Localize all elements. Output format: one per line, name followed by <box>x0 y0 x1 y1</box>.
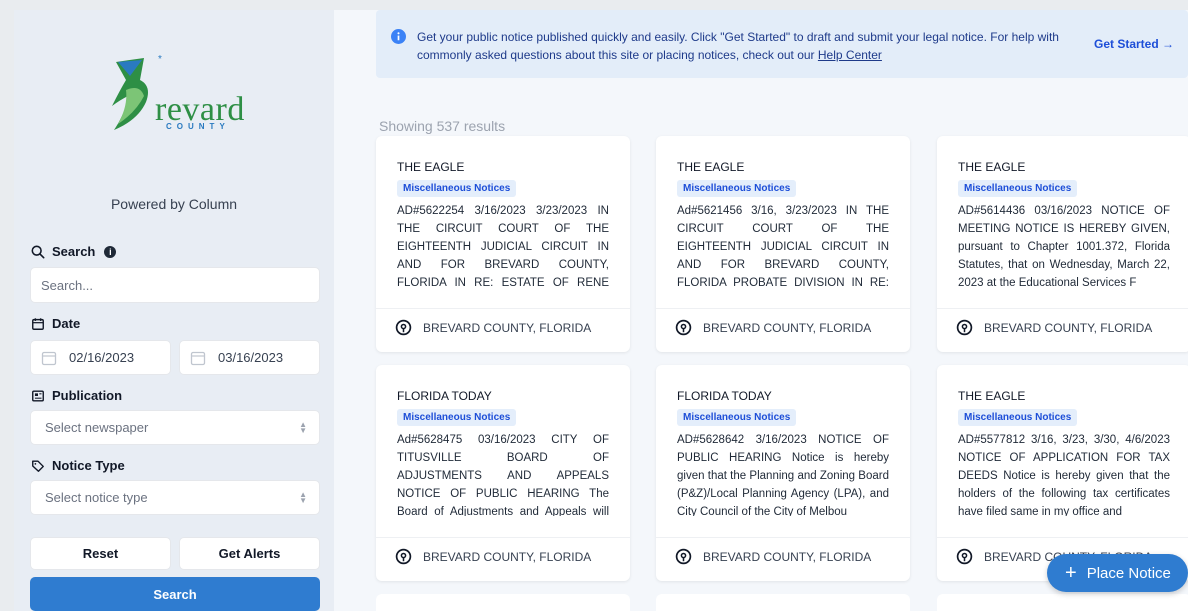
category-badge: Miscellaneous Notices <box>677 180 797 197</box>
category-badge: Miscellaneous Notices <box>958 409 1078 426</box>
card-location-text: BREVARD COUNTY, FLORIDA <box>984 320 1153 335</box>
notice-card-partial[interactable] <box>376 594 630 611</box>
publication-label: Publication <box>31 388 122 403</box>
location-pin-icon <box>675 319 692 336</box>
location-pin-icon <box>956 548 973 565</box>
calendar-icon <box>41 351 57 365</box>
app-frame: * revard COUNTY Powered by Column Search… <box>14 10 1188 611</box>
category-badge: Miscellaneous Notices <box>397 180 517 197</box>
card-excerpt: Ad#5628475 03/16/2023 CITY OF TITUSVILLE… <box>397 434 609 516</box>
select-arrows-icon: ▲ ▼ <box>299 419 307 435</box>
plus-icon: + <box>1065 561 1077 584</box>
card-location-text: BREVARD COUNTY, FLORIDA <box>703 549 872 564</box>
card-divider <box>937 308 1188 309</box>
publication-select-value: Select newspaper <box>45 420 149 435</box>
info-circle-icon <box>391 29 406 44</box>
date-to-field[interactable]: 03/16/2023 <box>179 340 320 375</box>
date-to-value: 03/16/2023 <box>218 350 284 365</box>
notice-card[interactable]: FLORIDA TODAY Miscellaneous Notices Ad#5… <box>376 365 630 581</box>
place-notice-label: Place Notice <box>1086 564 1171 582</box>
location-pin-icon <box>956 319 973 336</box>
calendar-icon <box>190 351 206 365</box>
category-badge: Miscellaneous Notices <box>397 409 517 426</box>
card-excerpt: AD#5577812 3/16, 3/23, 3/30, 4/6/2023 NO… <box>958 434 1170 516</box>
date-from-field[interactable]: 02/16/2023 <box>30 340 171 375</box>
reset-button[interactable]: Reset <box>30 537 171 570</box>
notice-card[interactable]: THE EAGLE Miscellaneous Notices AD#56144… <box>937 136 1188 352</box>
sidebar: * revard COUNTY Powered by Column Search… <box>14 10 334 611</box>
notice-type-select[interactable]: Select notice type ▲ ▼ <box>30 480 320 515</box>
date-label-text: Date <box>52 316 81 331</box>
info-banner: Get your public notice published quickly… <box>376 10 1188 78</box>
card-publication: THE EAGLE <box>958 160 1026 174</box>
select-arrows-icon: ▲ ▼ <box>299 489 307 505</box>
powered-by-text: Powered by Column <box>110 196 238 212</box>
search-label-text: Search <box>52 244 96 259</box>
search-input[interactable]: Search... <box>30 267 320 303</box>
card-divider <box>937 537 1188 538</box>
results-count: Showing 537 results <box>379 118 506 134</box>
notice-card-partial[interactable] <box>656 594 910 611</box>
date-from-value: 02/16/2023 <box>69 350 135 365</box>
category-badge: Miscellaneous Notices <box>958 180 1078 197</box>
banner-message: Get your public notice published quickly… <box>417 30 1059 62</box>
location-pin-icon <box>395 319 412 336</box>
notice-card[interactable]: THE EAGLE Miscellaneous Notices Ad#56214… <box>656 136 910 352</box>
card-location: BREVARD COUNTY, FLORIDA <box>956 319 1152 336</box>
location-pin-icon <box>395 548 412 565</box>
card-divider <box>376 537 630 538</box>
notice-type-select-value: Select notice type <box>45 490 148 505</box>
card-publication: FLORIDA TODAY <box>677 389 772 403</box>
help-center-link[interactable]: Help Center <box>818 48 882 62</box>
notice-card[interactable]: THE EAGLE Miscellaneous Notices AD#56222… <box>376 136 630 352</box>
location-pin-icon <box>675 548 692 565</box>
publication-select[interactable]: Select newspaper ▲ ▼ <box>30 410 320 445</box>
notice-type-label-text: Notice Type <box>52 458 125 473</box>
card-location: BREVARD COUNTY, FLORIDA <box>395 548 591 565</box>
svg-text:*: * <box>158 54 162 65</box>
card-excerpt: AD#5622254 3/16/2023 3/23/2023 IN THE CI… <box>397 205 609 287</box>
newspaper-icon <box>32 389 44 402</box>
search-label: Search i <box>31 244 117 259</box>
card-divider <box>656 537 910 538</box>
card-publication: THE EAGLE <box>958 389 1026 403</box>
card-location: BREVARD COUNTY, FLORIDA <box>395 319 591 336</box>
notice-card[interactable]: FLORIDA TODAY Miscellaneous Notices AD#5… <box>656 365 910 581</box>
card-divider <box>656 308 910 309</box>
card-location: BREVARD COUNTY, FLORIDA <box>675 319 871 336</box>
card-location-text: BREVARD COUNTY, FLORIDA <box>423 549 592 564</box>
card-excerpt: AD#5614436 03/16/2023 NOTICE OF MEETING … <box>958 205 1170 287</box>
card-publication: THE EAGLE <box>677 160 745 174</box>
search-button[interactable]: Search <box>30 577 320 611</box>
card-excerpt: AD#5628642 3/16/2023 NOTICE OF PUBLIC HE… <box>677 434 889 516</box>
notice-card[interactable]: THE EAGLE Miscellaneous Notices AD#55778… <box>937 365 1188 581</box>
publication-label-text: Publication <box>52 388 123 403</box>
card-location: BREVARD COUNTY, FLORIDA <box>675 548 871 565</box>
search-icon <box>31 245 45 258</box>
card-divider <box>376 308 630 309</box>
card-publication: THE EAGLE <box>397 160 465 174</box>
calendar-icon <box>32 317 44 330</box>
card-excerpt: Ad#5621456 3/16, 3/23/2023 IN THE CIRCUI… <box>677 205 889 287</box>
card-publication: FLORIDA TODAY <box>397 389 492 403</box>
info-icon[interactable]: i <box>104 245 117 258</box>
brevard-county-logo: * revard COUNTY <box>106 50 248 138</box>
category-badge: Miscellaneous Notices <box>677 409 797 426</box>
card-location-text: BREVARD COUNTY, FLORIDA <box>423 320 592 335</box>
banner-text: Get your public notice published quickly… <box>417 28 1077 64</box>
card-location-text: BREVARD COUNTY, FLORIDA <box>703 320 872 335</box>
notice-type-label: Notice Type <box>31 458 125 473</box>
logo-subtext: COUNTY <box>166 122 230 131</box>
get-alerts-button[interactable]: Get Alerts <box>179 537 320 570</box>
tag-icon <box>32 459 44 472</box>
place-notice-button[interactable]: + Place Notice <box>1047 554 1188 592</box>
search-placeholder: Search... <box>41 277 94 293</box>
date-label: Date <box>31 316 80 331</box>
get-started-link[interactable]: Get Started → <box>1094 37 1174 51</box>
notice-card-partial[interactable] <box>937 594 1188 611</box>
